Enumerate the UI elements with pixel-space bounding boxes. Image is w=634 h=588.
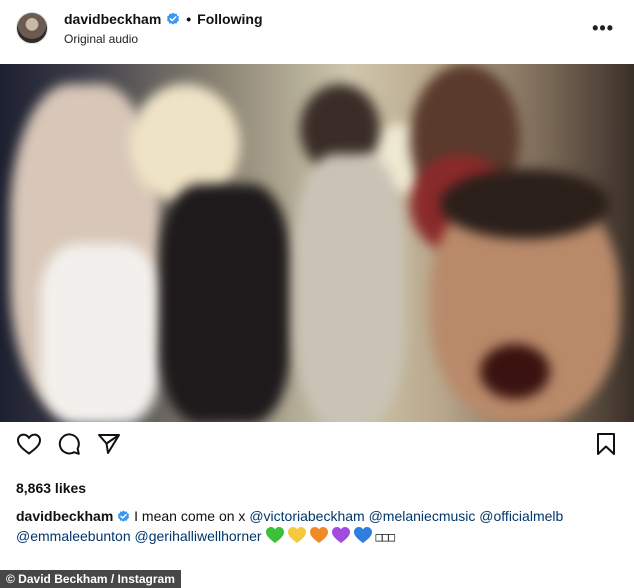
following-button[interactable]: Following xyxy=(197,11,262,27)
verified-badge-icon xyxy=(167,12,180,25)
post-media[interactable] xyxy=(0,64,634,422)
more-options-icon[interactable]: ••• xyxy=(592,18,614,39)
photo-region-hair-selfie xyxy=(440,169,610,239)
heart-emoji-icon xyxy=(310,527,329,543)
username-link[interactable]: davidbeckham xyxy=(64,11,161,27)
mention-link[interactable]: @gerihalliwellhorner xyxy=(135,528,262,544)
heart-emoji-icon xyxy=(288,527,307,543)
separator-dot: • xyxy=(186,11,192,27)
caption: davidbeckham I mean come on x @victoriab… xyxy=(16,506,620,547)
photo-region-mouth xyxy=(480,344,550,399)
user-row: davidbeckham • Following xyxy=(64,11,263,27)
mention-link[interactable]: @emmaleebunton xyxy=(16,528,131,544)
post-header: davidbeckham • Following Original audio … xyxy=(0,0,634,62)
caption-username[interactable]: davidbeckham xyxy=(16,508,113,524)
audio-label[interactable]: Original audio xyxy=(64,32,138,46)
comment-icon[interactable] xyxy=(57,432,81,456)
heart-emoji-icon xyxy=(354,527,373,543)
mention-link[interactable]: @melaniecmusic xyxy=(369,508,476,524)
photo-region-silver-dress xyxy=(295,154,405,422)
mention-link[interactable]: @victoriabeckham xyxy=(249,508,364,524)
bookmark-icon[interactable] xyxy=(596,432,616,456)
photo-region-dark-dress xyxy=(160,184,290,422)
heart-icon[interactable] xyxy=(16,432,42,456)
likes-count[interactable]: 8,863 likes xyxy=(16,480,86,496)
mention-link[interactable]: @officialmelb xyxy=(479,508,563,524)
heart-emoji-icon xyxy=(332,527,351,543)
heart-emoji-icon xyxy=(266,527,285,543)
caption-text: I mean come on x xyxy=(134,508,246,524)
avatar[interactable] xyxy=(16,12,48,44)
emoji-hearts xyxy=(265,527,375,544)
verified-badge-icon xyxy=(118,510,130,522)
action-bar xyxy=(0,432,634,468)
photo-region-dress-white xyxy=(40,244,160,422)
photo-credit: © David Beckham / Instagram xyxy=(0,570,181,588)
send-icon[interactable] xyxy=(97,432,121,456)
caption-trailing-glyphs: □□□ xyxy=(375,530,395,544)
